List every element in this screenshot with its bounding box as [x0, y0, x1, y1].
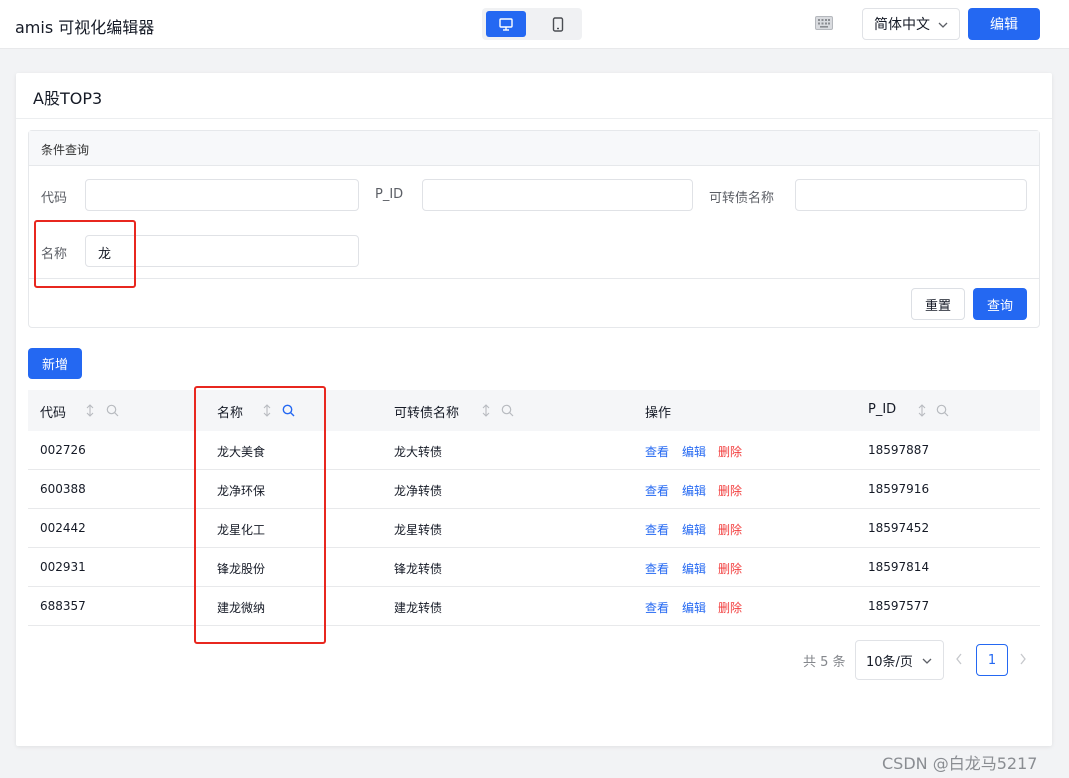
column-header-actions: 操作	[645, 406, 672, 421]
code-label: 代码	[41, 191, 68, 206]
query-button[interactable]: 查询	[973, 288, 1027, 320]
tablet-icon	[552, 16, 564, 32]
page-card: A股TOP3 条件查询 代码 P_ID 可转债名称 名称 龙 重置 查询 新增 …	[16, 73, 1052, 746]
code-input[interactable]	[85, 179, 359, 211]
cell-bond-name: 龙净转债	[394, 484, 443, 498]
column-header-bond-name: 可转债名称	[394, 406, 460, 421]
table-header: 代码 名称 可转债名称 操作 P_ID	[28, 390, 1040, 431]
cell-pid: 18597577	[868, 599, 930, 613]
pid-label: P_ID	[375, 187, 404, 202]
cell-name: 龙大美食	[217, 445, 266, 459]
edit-link[interactable]: 编辑	[682, 482, 706, 499]
total-count: 共 5 条	[803, 655, 846, 670]
sort-icon[interactable]	[263, 404, 271, 417]
search-icon[interactable]	[936, 404, 949, 417]
filter-title: 条件查询	[29, 131, 1039, 166]
filter-panel: 条件查询 代码 P_ID 可转债名称 名称 龙 重置 查询	[28, 130, 1040, 328]
per-page-select[interactable]: 10条/页	[855, 640, 944, 680]
language-value: 简体中文	[874, 17, 930, 33]
page-number-current[interactable]: 1	[976, 644, 1008, 676]
keyboard-icon[interactable]	[815, 16, 833, 30]
column-header-code: 代码	[40, 406, 67, 421]
cell-bond-name: 龙星转债	[394, 523, 443, 537]
column-header-pid: P_ID	[868, 402, 897, 417]
cell-code: 002442	[40, 521, 86, 535]
desktop-view-button[interactable]	[486, 11, 526, 37]
cell-bond-name: 建龙转债	[394, 601, 443, 615]
edit-link[interactable]: 编辑	[682, 560, 706, 577]
pid-input[interactable]	[422, 179, 693, 211]
delete-link[interactable]: 删除	[718, 560, 742, 577]
delete-link[interactable]: 删除	[718, 482, 742, 499]
sort-icon[interactable]	[918, 404, 926, 417]
cell-code: 600388	[40, 482, 86, 496]
chevron-down-icon	[922, 658, 932, 664]
table-row: 002726 龙大美食 龙大转债 查看 编辑 删除 18597887	[28, 431, 1040, 470]
view-link[interactable]: 查看	[645, 560, 669, 577]
cell-pid: 18597814	[868, 560, 930, 574]
top-bar: amis 可视化编辑器 简体中文 编辑	[0, 0, 1069, 49]
edit-button[interactable]: 编辑	[968, 8, 1040, 40]
bond-name-label: 可转债名称	[709, 191, 775, 206]
cell-name: 建龙微纳	[217, 601, 266, 615]
app-title: amis 可视化编辑器	[15, 18, 155, 37]
divider	[16, 118, 1052, 119]
search-icon-active[interactable]	[282, 404, 295, 417]
monitor-icon	[499, 17, 513, 31]
sort-icon[interactable]	[86, 404, 94, 417]
table-row: 002931 锋龙股份 锋龙转债 查看 编辑 删除 18597814	[28, 548, 1040, 587]
page-title: A股TOP3	[33, 89, 103, 108]
table-row: 688357 建龙微纳 建龙转债 查看 编辑 删除 18597577	[28, 587, 1040, 626]
data-table: 代码 名称 可转债名称 操作 P_ID 002726 龙大美食 龙大转债 查看 …	[28, 390, 1040, 626]
cell-code: 002726	[40, 443, 86, 457]
name-label: 名称	[41, 247, 68, 262]
edit-link[interactable]: 编辑	[682, 521, 706, 538]
divider	[29, 278, 1039, 279]
chevron-left-icon[interactable]	[954, 652, 964, 666]
language-select[interactable]: 简体中文	[862, 8, 960, 40]
watermark: CSDN @白龙马5217	[882, 754, 1038, 773]
per-page-value: 10条/页	[866, 654, 913, 670]
chevron-right-icon[interactable]	[1018, 652, 1028, 666]
view-link[interactable]: 查看	[645, 482, 669, 499]
reset-button[interactable]: 重置	[911, 288, 965, 320]
device-switch	[482, 8, 582, 40]
search-icon[interactable]	[501, 404, 514, 417]
chevron-down-icon	[938, 22, 948, 28]
cell-bond-name: 锋龙转债	[394, 562, 443, 576]
name-input[interactable]: 龙	[85, 235, 359, 267]
cell-name: 龙净环保	[217, 484, 266, 498]
view-link[interactable]: 查看	[645, 599, 669, 616]
view-link[interactable]: 查看	[645, 521, 669, 538]
delete-link[interactable]: 删除	[718, 599, 742, 616]
add-button[interactable]: 新增	[28, 348, 82, 379]
delete-link[interactable]: 删除	[718, 443, 742, 460]
mobile-view-button[interactable]	[538, 11, 578, 37]
bond-name-input[interactable]	[795, 179, 1027, 211]
view-link[interactable]: 查看	[645, 443, 669, 460]
table-row: 600388 龙净环保 龙净转债 查看 编辑 删除 18597916	[28, 470, 1040, 509]
edit-link[interactable]: 编辑	[682, 443, 706, 460]
cell-pid: 18597452	[868, 521, 930, 535]
sort-icon[interactable]	[482, 404, 490, 417]
cell-name: 锋龙股份	[217, 562, 266, 576]
column-header-name: 名称	[217, 406, 244, 421]
cell-pid: 18597887	[868, 443, 930, 457]
search-icon[interactable]	[106, 404, 119, 417]
edit-link[interactable]: 编辑	[682, 599, 706, 616]
table-row: 002442 龙星化工 龙星转债 查看 编辑 删除 18597452	[28, 509, 1040, 548]
delete-link[interactable]: 删除	[718, 521, 742, 538]
cell-pid: 18597916	[868, 482, 930, 496]
cell-name: 龙星化工	[217, 523, 266, 537]
cell-code: 688357	[40, 599, 86, 613]
cell-code: 002931	[40, 560, 86, 574]
cell-bond-name: 龙大转债	[394, 445, 443, 459]
